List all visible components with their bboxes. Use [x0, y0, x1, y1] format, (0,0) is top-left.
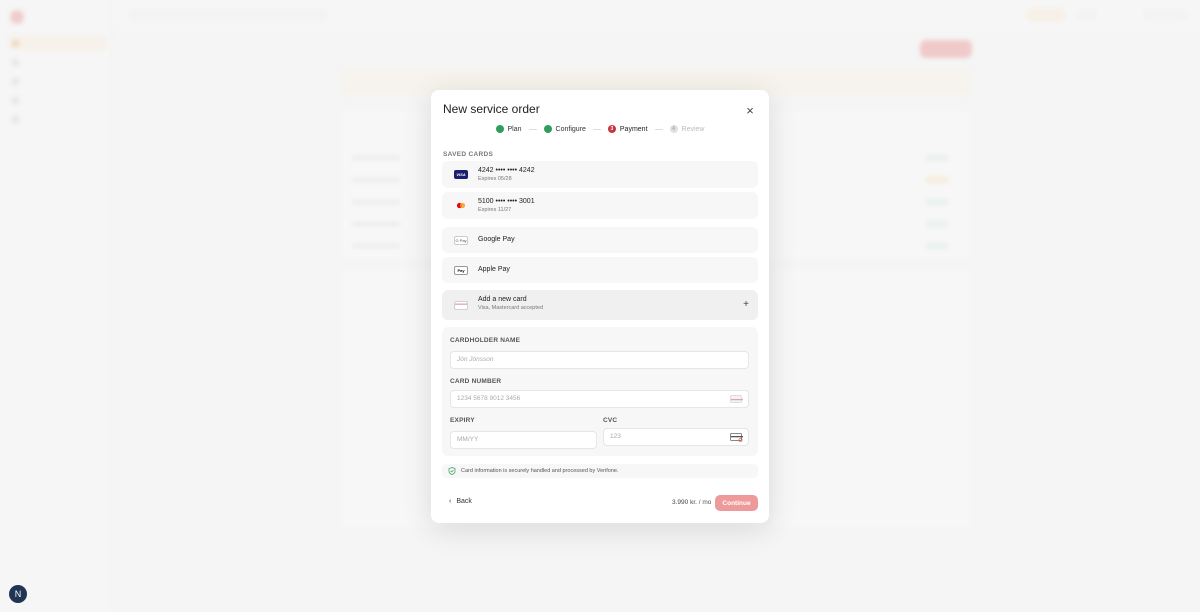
card-number: 5100 •••• •••• 3001 [478, 198, 535, 205]
price-period: / mo [698, 499, 712, 506]
step-label: Plan [507, 125, 522, 133]
step-plan[interactable]: Plan [495, 125, 522, 133]
plus-icon: + [743, 299, 749, 310]
saved-card-visa[interactable]: VISA 4242 •••• •••• 4242 Expires 05/28 [442, 161, 758, 188]
expiry-input[interactable]: MM/YY [450, 431, 597, 449]
add-card-subtitle: Visa, Mastercard accepted [478, 305, 544, 311]
card-expiry: Expires 05/28 [478, 176, 512, 182]
mastercard-icon [454, 201, 468, 210]
google-pay-icon: G Pay [454, 235, 468, 245]
step-label: Payment [619, 125, 648, 133]
modal-title: New service order [443, 102, 540, 116]
card-number-placeholder: 1234 5678 9012 3456 [457, 395, 521, 402]
price-summary: 3.990 kr. / mo [672, 499, 711, 506]
saved-card-mastercard[interactable]: 5100 •••• •••• 3001 Expires 11/27 [442, 192, 758, 219]
step-connector [654, 128, 663, 130]
step-label: Configure [555, 125, 586, 133]
cardholder-label: CARDHOLDER NAME [450, 337, 521, 344]
check-icon [495, 125, 504, 133]
step-payment: 3 Payment [607, 125, 648, 133]
card-icon [730, 395, 743, 403]
saved-cards-label: SAVED CARDS [443, 151, 494, 158]
step-connector [528, 128, 537, 130]
step-connector [592, 128, 601, 130]
order-stepper: Plan Configure 3 Payment 4 Review [431, 124, 769, 134]
price-amount: 3.990 kr. [672, 499, 697, 506]
apple-pay-option[interactable]: Pay Apple Pay [442, 257, 758, 283]
cvc-input[interactable]: 123 [603, 428, 749, 446]
back-button[interactable]: ‹ Back [449, 498, 472, 505]
user-avatar[interactable]: N [9, 585, 27, 603]
card-expiry: Expires 11/27 [478, 207, 512, 213]
step-configure[interactable]: Configure [543, 125, 586, 133]
visa-icon: VISA [454, 170, 468, 179]
add-card-title: Add a new card [478, 296, 527, 303]
chevron-left-icon: ‹ [449, 498, 452, 505]
step-label: Review [681, 125, 705, 133]
close-icon: × [746, 102, 754, 118]
close-button[interactable]: × [743, 102, 757, 118]
cvc-card-icon [730, 433, 743, 442]
wallet-label: Google Pay [478, 236, 515, 243]
cvc-label: CVC [603, 417, 618, 424]
google-pay-option[interactable]: G Pay Google Pay [442, 227, 758, 253]
shield-check-icon [448, 467, 456, 475]
wallet-label: Apple Pay [478, 266, 510, 273]
card-number: 4242 •••• •••• 4242 [478, 167, 535, 174]
cardholder-name-input[interactable]: Jón Jónsson [450, 351, 749, 369]
continue-button[interactable]: Continue [715, 495, 758, 511]
new-card-form: CARDHOLDER NAME Jón Jónsson CARD NUMBER … [442, 327, 758, 456]
card-number-label: CARD NUMBER [450, 378, 502, 385]
new-service-order-modal: New service order × Plan Configure 3 Pay… [431, 90, 769, 523]
card-number-input[interactable]: 1234 5678 9012 3456 [450, 390, 749, 408]
apple-pay-icon: Pay [454, 265, 468, 275]
back-label: Back [456, 498, 472, 505]
step-number: 3 [607, 125, 616, 133]
expiry-label: EXPIRY [450, 417, 475, 424]
secure-note-text: Card information is securely handled and… [461, 468, 619, 474]
credit-card-icon [454, 300, 468, 310]
cvc-placeholder: 123 [610, 433, 621, 440]
step-number: 4 [669, 125, 678, 133]
secure-payment-note: Card information is securely handled and… [442, 464, 758, 478]
check-icon [543, 125, 552, 133]
add-new-card-option[interactable]: Add a new card Visa, Mastercard accepted… [442, 290, 758, 320]
step-review: 4 Review [669, 125, 705, 133]
